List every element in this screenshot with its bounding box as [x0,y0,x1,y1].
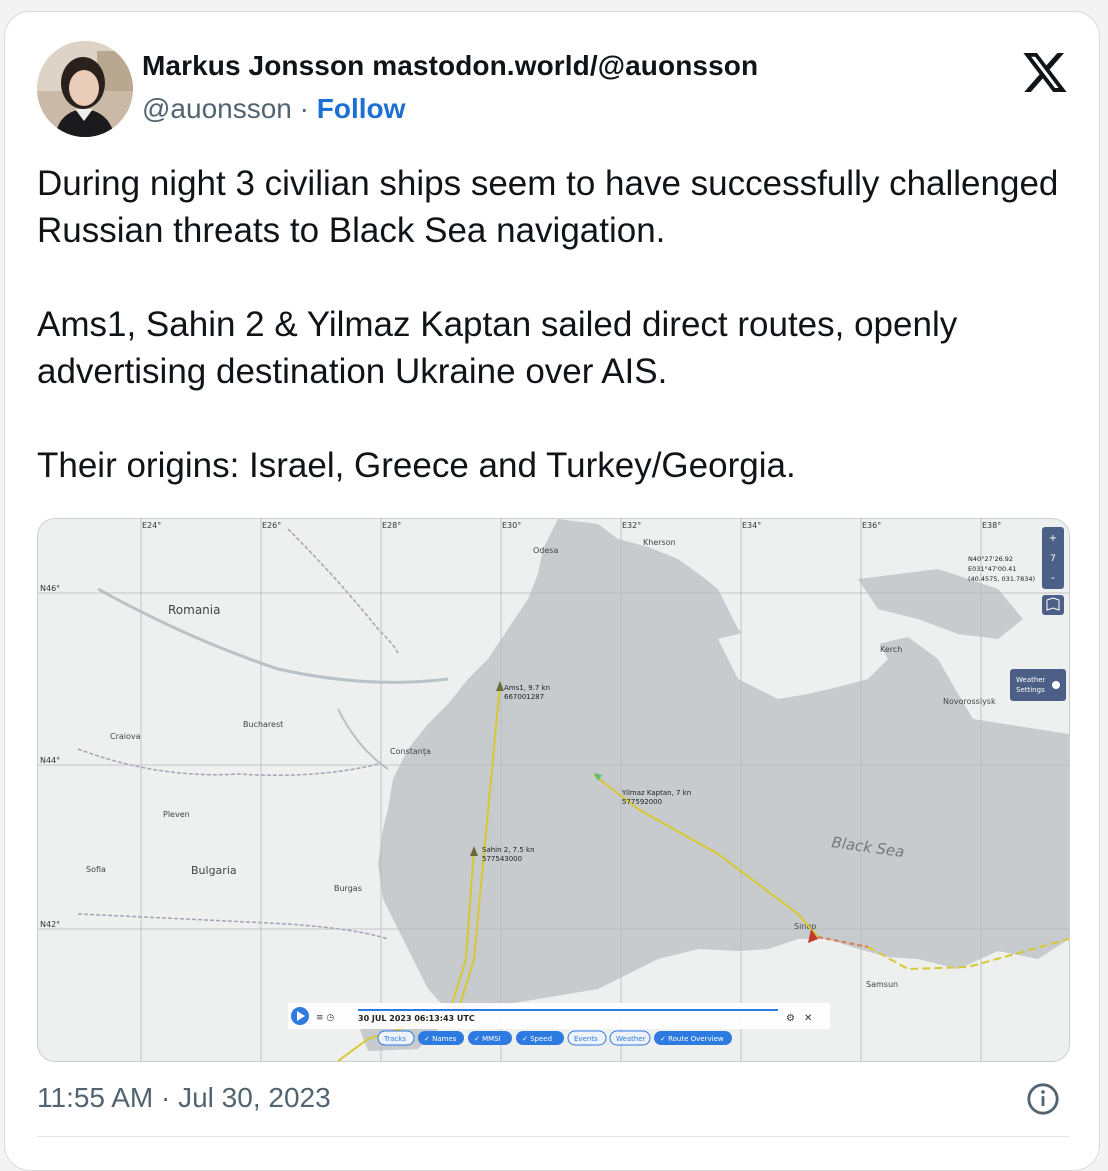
ship-mmsi: 577592000 [622,798,662,806]
chip-mmsi[interactable]: ✓ MMSI [474,1035,501,1043]
zoom-out-button[interactable]: - [1051,571,1055,584]
chip-speed[interactable]: ✓ Speed [522,1035,552,1043]
chip-tracks[interactable]: Tracks [383,1035,406,1043]
divider [37,1136,1069,1137]
lon-label: E38° [982,521,1001,530]
lat-label: N44° [40,756,60,765]
weather-settings-label: Settings [1016,686,1045,694]
place-label: Bucharest [243,720,283,729]
tweet-text: During night 3 civilian ships seem to ha… [37,160,1077,536]
place-label: Burgas [334,884,362,893]
weather-settings-label: Weather [1016,676,1046,684]
tweet-paragraph: Ams1, Sahin 2 & Yilmaz Kaptan sailed dir… [37,305,958,391]
tweet-media-map[interactable]: E24° E26° E28° E30° E32° E34° E36° E38° … [37,518,1070,1062]
coords-readout: E031°47'00.41 [968,565,1016,573]
lon-label: E36° [862,521,881,530]
ship-mmsi: 577543000 [482,855,522,863]
playback-bar: ≡ ◷ 30 JUL 2023 06:13:43 UTC ⚙ ✕ [288,1003,830,1029]
place-label: Odesa [533,546,558,555]
place-label: Kerch [880,645,902,654]
lon-label: E34° [742,521,761,530]
place-label: Pleven [163,810,190,819]
gear-icon [1052,681,1060,689]
avatar[interactable] [37,41,133,137]
place-label: Kherson [643,538,676,547]
separator-dot: · [299,93,309,124]
avatar-image [37,41,133,137]
place-label: Samsun [866,980,898,989]
lat-label: N46° [40,584,60,593]
tweet-timestamp[interactable]: 11:55 AM · Jul 30, 2023 [37,1082,331,1114]
follow-button[interactable]: Follow [317,93,406,124]
zoom-level: 7 [1050,554,1056,564]
ship-label[interactable]: Ams1, 9.7 kn [504,684,550,692]
zoom-controls[interactable]: + 7 - [1042,527,1064,615]
chip-names[interactable]: ✓ Names [424,1035,457,1043]
ais-map: E24° E26° E28° E30° E32° E34° E36° E38° … [38,519,1069,1061]
place-label: Constanța [390,747,431,757]
tweet-paragraph: During night 3 civilian ships seem to ha… [37,164,1059,250]
coords-readout: N40°27'26.92 [968,555,1013,563]
playback-datetime: 30 JUL 2023 06:13:43 UTC [358,1014,475,1023]
tweet-card: Markus Jonsson mastodon.world/@auonsson … [4,11,1100,1171]
place-label: Bulgaria [191,864,237,877]
author-handle[interactable]: @auonsson [142,93,292,124]
x-logo-icon[interactable] [1021,48,1069,96]
ship-mmsi: 667001287 [504,693,544,701]
speed-icon[interactable]: ≡ ◷ [316,1013,334,1023]
playback-timeline[interactable] [358,1009,778,1011]
chip-route-overview[interactable]: ✓ Route Overview [660,1035,724,1043]
zoom-in-button[interactable]: + [1049,533,1057,544]
place-label: Craiova [110,732,141,741]
lon-label: E24° [142,521,161,530]
coords-readout: (40.4575, 031.7834) [968,575,1035,583]
lon-label: E30° [502,521,521,530]
place-label: Novorossiysk [943,697,996,706]
ship-label[interactable]: Yilmaz Kaptan, 7 kn [621,789,691,797]
chip-events[interactable]: Events [574,1035,598,1043]
chip-weather[interactable]: Weather [616,1035,646,1043]
weather-settings-button[interactable]: Weather Settings [1010,669,1066,701]
lon-label: E26° [262,521,281,530]
info-icon[interactable] [1026,1082,1060,1116]
settings-icon[interactable]: ⚙ [786,1013,795,1024]
lon-label: E28° [382,521,401,530]
author-handle-row: @auonsson · Follow [142,93,405,125]
lat-label: N42° [40,920,60,929]
ship-label[interactable]: Sahin 2, 7.5 kn [482,846,535,854]
close-icon[interactable]: ✕ [804,1013,812,1024]
author-name[interactable]: Markus Jonsson mastodon.world/@auonsson [142,50,758,82]
place-label: Sofia [86,865,106,874]
lon-label: E32° [622,521,641,530]
tweet-paragraph: Their origins: Israel, Greece and Turkey… [37,446,796,485]
playback-chips: Tracks ✓ Names ✓ MMSI ✓ Speed Events Wea… [377,1030,732,1046]
place-label: Romania [168,603,220,617]
